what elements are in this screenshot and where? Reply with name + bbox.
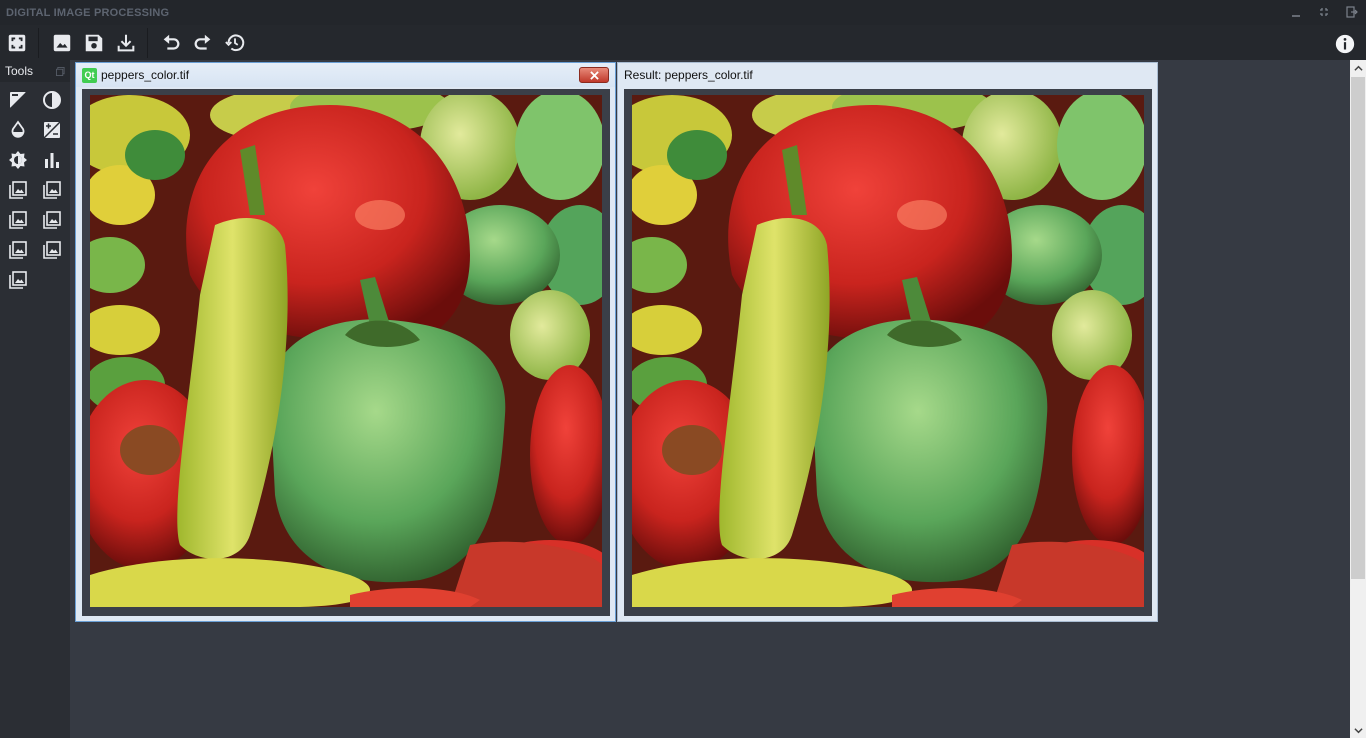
result-window-title: Result: peppers_color.tif <box>624 68 753 82</box>
undo-icon[interactable] <box>156 28 186 58</box>
main-toolbar <box>0 25 1366 60</box>
result-image <box>632 95 1144 607</box>
result-image-window[interactable]: Result: peppers_color.tif <box>617 62 1158 622</box>
source-image-window[interactable]: Qt peppers_color.tif <box>75 62 616 622</box>
filter-icon[interactable] <box>35 175 69 205</box>
brightness-icon[interactable] <box>1 145 35 175</box>
filter-icon[interactable] <box>1 205 35 235</box>
info-icon[interactable] <box>1330 29 1360 59</box>
result-canvas <box>624 89 1152 616</box>
restore-icon[interactable] <box>1316 4 1332 20</box>
app-title: DIGITAL IMAGE PROCESSING <box>6 6 170 19</box>
tools-grid <box>0 82 70 298</box>
save-icon[interactable] <box>79 28 109 58</box>
minimize-icon[interactable] <box>1288 4 1304 20</box>
qt-logo-icon: Qt <box>82 67 97 83</box>
filter-icon[interactable] <box>1 175 35 205</box>
fit-screen-icon[interactable] <box>2 28 32 58</box>
source-canvas <box>82 89 610 616</box>
history-icon[interactable] <box>220 28 250 58</box>
result-window-titlebar[interactable]: Result: peppers_color.tif <box>618 63 1157 87</box>
scrollbar-thumb[interactable] <box>1351 77 1365 579</box>
drop-icon[interactable] <box>1 115 35 145</box>
image-half-icon[interactable] <box>1 85 35 115</box>
tools-title: Tools <box>5 64 34 78</box>
contrast-icon[interactable] <box>35 85 69 115</box>
exit-icon[interactable] <box>1344 4 1360 20</box>
histogram-icon[interactable] <box>35 145 69 175</box>
filter-icon[interactable] <box>35 235 69 265</box>
close-icon[interactable] <box>579 67 609 83</box>
app-titlebar: DIGITAL IMAGE PROCESSING <box>0 0 1366 25</box>
filter-icon[interactable] <box>1 235 35 265</box>
exposure-icon[interactable] <box>35 115 69 145</box>
source-window-titlebar[interactable]: Qt peppers_color.tif <box>76 63 615 87</box>
filter-icon[interactable] <box>35 205 69 235</box>
open-image-icon[interactable] <box>47 28 77 58</box>
scroll-up-icon[interactable] <box>1350 60 1366 76</box>
tools-header: Tools <box>0 60 70 82</box>
vertical-scrollbar[interactable] <box>1350 60 1366 738</box>
source-image <box>90 95 602 607</box>
toolbar-separator <box>147 27 148 58</box>
download-icon[interactable] <box>111 28 141 58</box>
scroll-down-icon[interactable] <box>1350 722 1366 738</box>
filter-icon[interactable] <box>1 265 35 295</box>
tools-dock: Tools <box>0 60 70 738</box>
source-window-title: peppers_color.tif <box>101 68 190 82</box>
toolbar-separator <box>38 27 39 58</box>
window-controls <box>1288 4 1360 20</box>
redo-icon[interactable] <box>188 28 218 58</box>
float-dock-icon[interactable] <box>56 66 65 76</box>
